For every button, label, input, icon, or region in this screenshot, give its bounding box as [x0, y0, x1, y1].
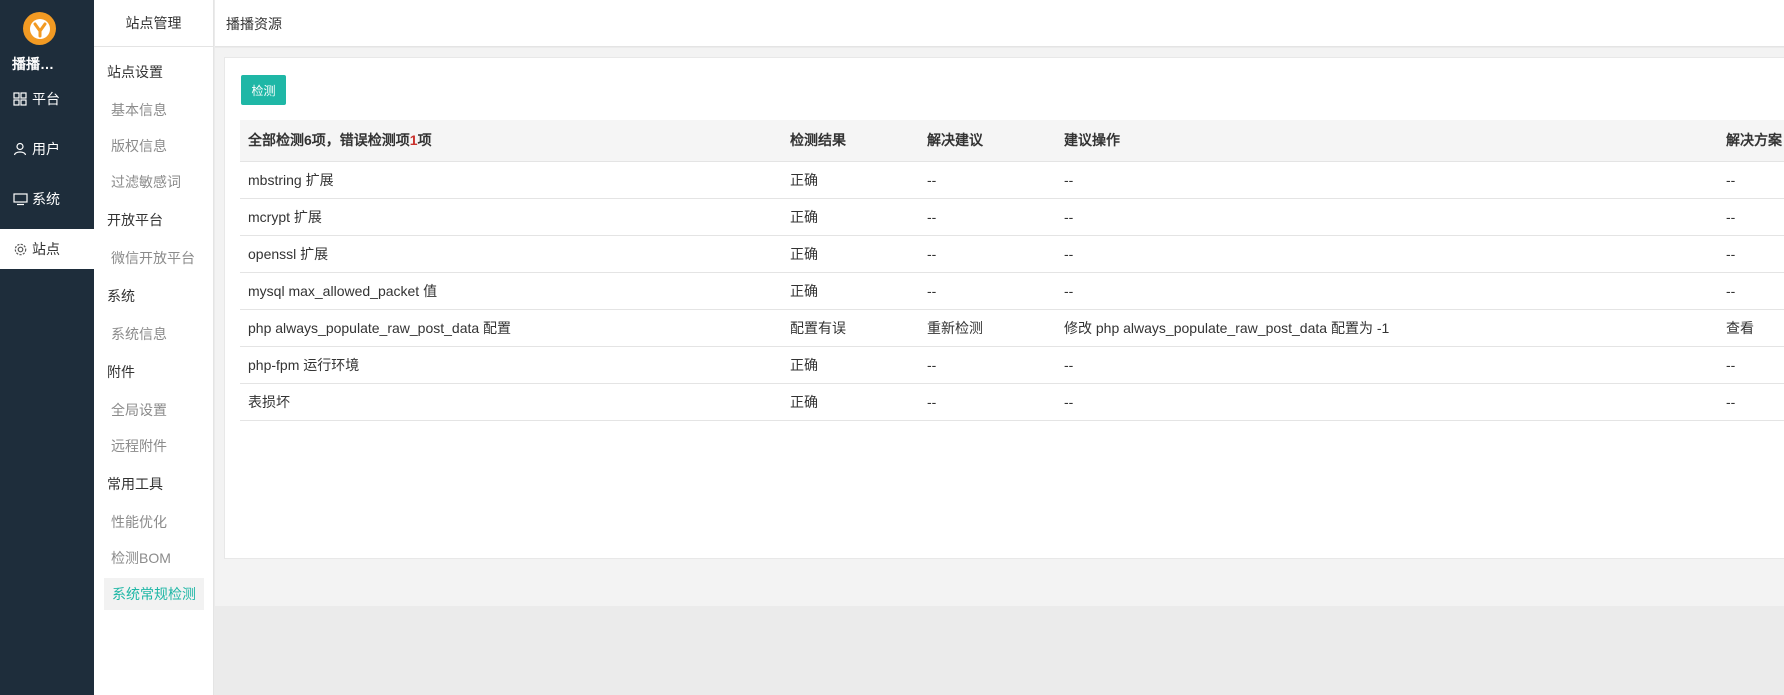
menu-group-common-tools: 常用工具	[107, 476, 163, 492]
check-button[interactable]: 检测	[241, 75, 286, 105]
check-item-name: php-fpm 运行环境	[240, 346, 782, 384]
check-result: 正确	[782, 235, 919, 273]
check-advice: --	[919, 161, 1056, 199]
check-advice: --	[919, 383, 1056, 421]
check-solution: --	[1718, 235, 1784, 273]
summary-suffix: 项	[417, 132, 432, 149]
menu-item-system-routine-check[interactable]: 系统常规检测	[104, 578, 204, 610]
check-advice: --	[919, 235, 1056, 273]
gear-icon	[12, 241, 28, 257]
rail-item-label: 站点	[32, 241, 60, 257]
check-item-name: php always_populate_raw_post_data 配置	[240, 309, 782, 347]
menu-group-attachments: 附件	[107, 364, 135, 380]
menu-group-system: 系统	[107, 288, 135, 304]
site-name: 播播…	[12, 56, 54, 72]
menu-group-open-platform: 开放平台	[107, 212, 163, 228]
check-solution: --	[1718, 383, 1784, 421]
main-nav-rail: 播播… 平台 用户 系统 站点	[0, 0, 94, 695]
check-results-table: 全部检测6项，错误检测项1项 检测结果 解决建议 建议操作 解决方案 mbstr…	[240, 120, 1784, 421]
check-action: --	[1056, 235, 1718, 273]
check-action: --	[1056, 198, 1718, 236]
logo-icon[interactable]	[23, 12, 56, 45]
menu-item-global-settings[interactable]: 全局设置	[111, 400, 167, 420]
check-solution: --	[1718, 198, 1784, 236]
menu-item-check-bom[interactable]: 检测BOM	[111, 548, 171, 568]
check-item-name: 表损坏	[240, 383, 782, 421]
submenu-title: 站点管理	[94, 0, 213, 47]
column-header-solution: 解决方案	[1718, 120, 1784, 162]
check-solution: --	[1718, 161, 1784, 199]
check-item-name: mcrypt 扩展	[240, 198, 782, 236]
rail-item-label: 平台	[32, 91, 60, 107]
rail-item-platform[interactable]: 平台	[0, 79, 94, 119]
check-result: 正确	[782, 272, 919, 310]
check-item-name: mbstring 扩展	[240, 161, 782, 199]
breadcrumb[interactable]: 播播资源	[226, 14, 282, 34]
menu-item-sensitive-word-filter[interactable]: 过滤敏感词	[111, 172, 181, 192]
check-result: 配置有误	[782, 309, 919, 347]
view-solution-link[interactable]: 查看	[1718, 309, 1784, 347]
table-row: mcrypt 扩展 正确 -- -- --	[240, 198, 1784, 236]
rail-item-system[interactable]: 系统	[0, 179, 94, 219]
table-row: openssl 扩展 正确 -- -- --	[240, 235, 1784, 273]
menu-item-copyright-info[interactable]: 版权信息	[111, 136, 167, 156]
menu-item-remote-attachments[interactable]: 远程附件	[111, 436, 167, 456]
check-action: 修改 php always_populate_raw_post_data 配置为…	[1056, 309, 1718, 347]
site-management-menu: 站点管理 站点设置 基本信息 版权信息 过滤敏感词 开放平台 微信开放平台 系统…	[94, 0, 214, 695]
top-bar: 播播资源	[215, 0, 1784, 47]
table-row: mbstring 扩展 正确 -- -- --	[240, 161, 1784, 199]
column-header-advice: 解决建议	[919, 120, 1056, 162]
column-header-result: 检测结果	[782, 120, 919, 162]
check-action: --	[1056, 346, 1718, 384]
menu-item-system-info[interactable]: 系统信息	[111, 324, 167, 344]
table-row: php-fpm 运行环境 正确 -- -- --	[240, 346, 1784, 384]
check-advice: --	[919, 346, 1056, 384]
menu-item-wechat-open-platform[interactable]: 微信开放平台	[111, 248, 195, 268]
summary-header: 全部检测6项，错误检测项1项	[240, 120, 782, 162]
check-advice: --	[919, 198, 1056, 236]
rail-item-site[interactable]: 站点	[0, 229, 94, 269]
table-header-row: 全部检测6项，错误检测项1项 检测结果 解决建议 建议操作 解决方案	[240, 120, 1784, 162]
table-row: 表损坏 正确 -- -- --	[240, 383, 1784, 421]
menu-item-performance-optimization[interactable]: 性能优化	[111, 512, 167, 532]
check-advice: --	[919, 272, 1056, 310]
check-result: 正确	[782, 161, 919, 199]
grid-icon	[12, 91, 28, 107]
check-action: --	[1056, 383, 1718, 421]
check-item-name: mysql max_allowed_packet 值	[240, 272, 782, 310]
rail-item-label: 系统	[32, 191, 60, 207]
check-action: --	[1056, 161, 1718, 199]
recheck-link[interactable]: 重新检测	[919, 309, 1056, 347]
rail-item-label: 用户	[32, 141, 60, 157]
table-row: php always_populate_raw_post_data 配置 配置有…	[240, 309, 1784, 347]
check-result: 正确	[782, 198, 919, 236]
menu-group-site-settings: 站点设置	[107, 64, 163, 80]
error-count: 1	[409, 132, 418, 149]
check-solution: --	[1718, 346, 1784, 384]
menu-item-basic-info[interactable]: 基本信息	[111, 100, 167, 120]
rail-item-users[interactable]: 用户	[0, 129, 94, 169]
check-result: 正确	[782, 346, 919, 384]
check-solution: --	[1718, 272, 1784, 310]
check-item-name: openssl 扩展	[240, 235, 782, 273]
summary-prefix: 全部检测6项，错误检测项	[248, 132, 410, 149]
check-action: --	[1056, 272, 1718, 310]
column-header-action: 建议操作	[1056, 120, 1718, 162]
table-row: mysql max_allowed_packet 值 正确 -- -- --	[240, 272, 1784, 310]
user-icon	[12, 141, 28, 157]
check-result: 正确	[782, 383, 919, 421]
check-panel: 检测 全部检测6项，错误检测项1项 检测结果 解决建议 建议操作 解决方案 mb…	[224, 57, 1784, 559]
monitor-icon	[12, 191, 28, 207]
